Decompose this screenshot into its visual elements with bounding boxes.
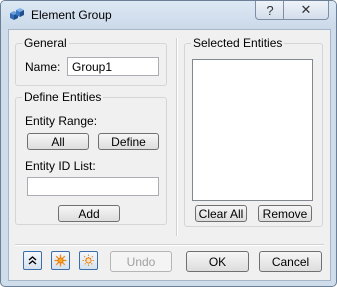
entity-id-list-field[interactable] xyxy=(27,177,159,196)
entity-range-label: Entity Range: xyxy=(25,114,98,128)
window-title: Element Group xyxy=(31,8,112,22)
highlight-button[interactable] xyxy=(51,251,70,270)
dialog-window: Element Group ? ✕ General Name: Group1 D… xyxy=(0,0,337,287)
undo-button[interactable]: Undo xyxy=(110,251,172,272)
sun-outline-icon xyxy=(82,254,95,267)
define-entities-group: Define Entities Entity Range: All Define… xyxy=(15,90,167,225)
collapse-button[interactable] xyxy=(23,251,42,270)
add-button[interactable]: Add xyxy=(58,205,120,222)
name-label: Name: xyxy=(25,60,61,74)
title-bar[interactable]: Element Group ? ✕ xyxy=(1,1,336,29)
cubes-icon xyxy=(10,8,24,20)
clear-all-button[interactable]: Clear All xyxy=(195,205,247,222)
define-button[interactable]: Define xyxy=(98,133,159,150)
define-entities-legend: Define Entities xyxy=(22,90,104,104)
help-icon: ? xyxy=(266,2,274,18)
remove-button[interactable]: Remove xyxy=(258,205,312,222)
vertical-divider xyxy=(176,38,178,236)
sun-icon xyxy=(54,254,67,267)
help-button[interactable]: ? xyxy=(255,1,285,20)
selected-entities-list[interactable] xyxy=(192,59,313,201)
name-field[interactable]: Group1 xyxy=(67,57,159,76)
entity-id-list-label: Entity ID List: xyxy=(25,159,96,173)
unhighlight-button[interactable] xyxy=(79,251,98,270)
cancel-button[interactable]: Cancel xyxy=(259,251,322,272)
selected-entities-legend: Selected Entities xyxy=(191,36,285,50)
close-button[interactable]: ✕ xyxy=(283,1,329,20)
close-icon: ✕ xyxy=(300,2,312,17)
all-button[interactable]: All xyxy=(27,133,89,150)
dialog-client-area: General Name: Group1 Define Entities Ent… xyxy=(8,29,331,281)
general-legend: General xyxy=(22,36,69,50)
double-chevron-up-icon xyxy=(28,256,37,265)
ok-button[interactable]: OK xyxy=(186,251,249,272)
general-group: General Name: Group1 xyxy=(15,36,167,86)
horizontal-divider xyxy=(15,244,324,246)
selected-entities-group: Selected Entities Clear All Remove xyxy=(184,36,323,227)
